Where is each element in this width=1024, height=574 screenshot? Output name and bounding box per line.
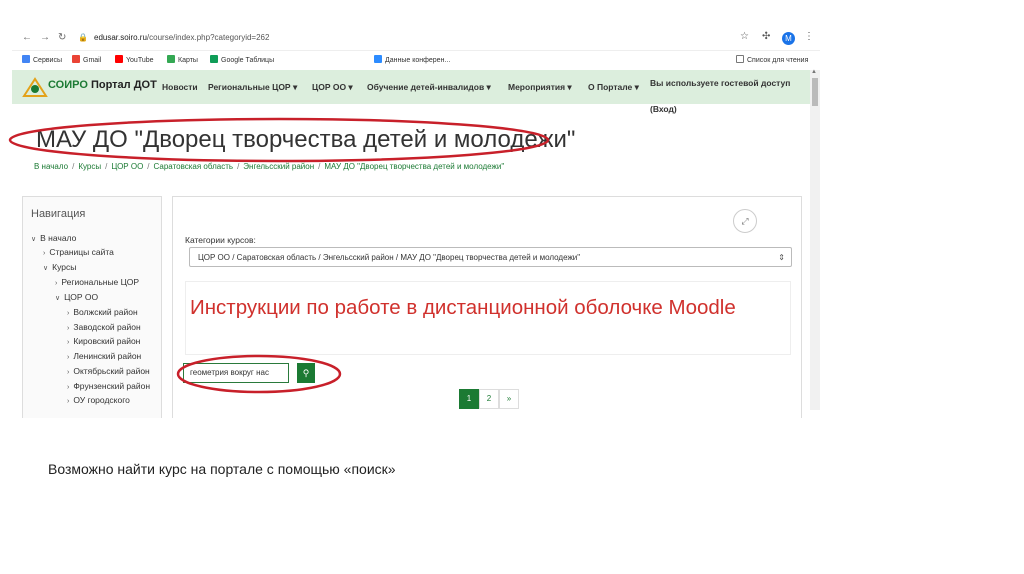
annotation-layer (8, 117, 550, 394)
title-highlight-ellipse (8, 117, 550, 163)
slide-caption: Возможно найти курс на портале с помощью… (48, 461, 396, 477)
search-highlight-ellipse (176, 354, 342, 394)
